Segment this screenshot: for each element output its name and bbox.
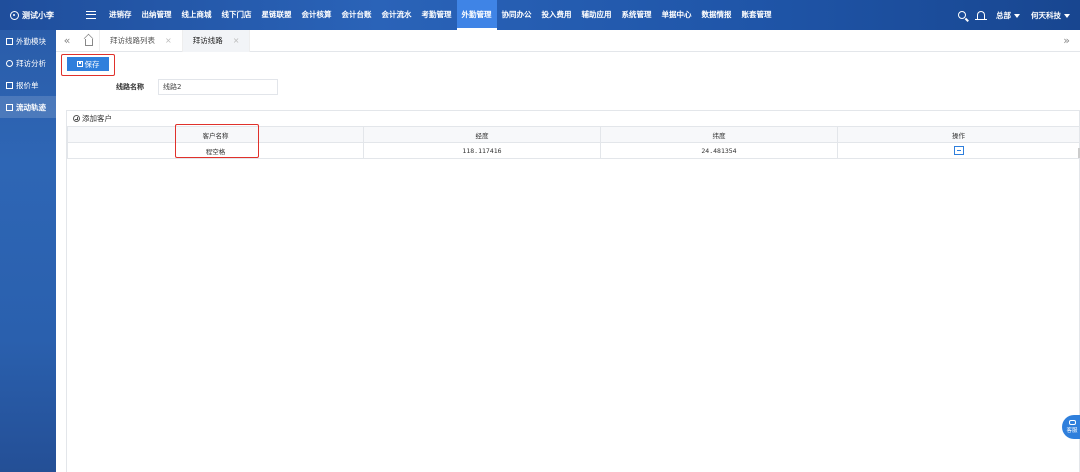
- tab-bar: « 拜访线路列表 × 拜访线路 × »: [56, 29, 1080, 52]
- save-button-label: 保存: [84, 59, 100, 69]
- tabs-scroll-right-icon[interactable]: »: [1063, 30, 1070, 52]
- main-content: 保存 线路名称 添加客户 客户名称 经度 纬度 操作: [56, 52, 1080, 472]
- sidebar-item-label: 报价单: [16, 80, 39, 90]
- tab-label: 拜访线路: [192, 35, 223, 45]
- cell-longitude[interactable]: 118.117416: [363, 142, 601, 159]
- brand[interactable]: 测试小李: [0, 10, 86, 21]
- toolbar: 保存: [56, 52, 1080, 76]
- company-label: 何天科技: [1031, 10, 1061, 20]
- nav-item-journal[interactable]: 会计流水: [377, 0, 417, 30]
- hq-label: 总部: [996, 10, 1011, 20]
- chevron-down-icon: [1064, 13, 1070, 18]
- sidebar-item-track[interactable]: 流动轨迹: [0, 96, 56, 118]
- col-header-latitude: 纬度: [600, 126, 838, 143]
- nav-item-accounting[interactable]: 会计核算: [297, 0, 337, 30]
- document-icon: [6, 81, 13, 89]
- close-icon[interactable]: ×: [165, 30, 172, 52]
- nav-item-account-sets[interactable]: 账套管理: [737, 0, 777, 30]
- remove-row-icon[interactable]: [953, 146, 964, 155]
- nav-item-system[interactable]: 系统管理: [617, 0, 657, 30]
- nav-item-documents[interactable]: 单据中心: [657, 0, 697, 30]
- nav-item-ledger[interactable]: 会计台账: [337, 0, 377, 30]
- nav-menu: 进销存 出纳管理 线上商城 线下门店 星链联盟 会计核算 会计台账 会计流水 考…: [104, 0, 777, 30]
- table-header-row: 客户名称 经度 纬度 操作: [67, 126, 1080, 143]
- tab-label: 拜访线路列表: [110, 35, 155, 45]
- cell-actions: [837, 142, 1080, 159]
- sidebar: 外勤模块 拜访分析 报价单 流动轨迹: [0, 30, 56, 472]
- menu-toggle-icon[interactable]: [86, 11, 96, 19]
- sidebar-item-field-module[interactable]: 外勤模块: [0, 30, 56, 52]
- nav-item-collaboration[interactable]: 协同办公: [497, 0, 537, 30]
- customer-service-label: 客服: [1066, 428, 1078, 434]
- chat-icon: [1068, 420, 1076, 425]
- nav-item-online-mall[interactable]: 线上商城: [177, 0, 217, 30]
- sidebar-item-quotation[interactable]: 报价单: [0, 74, 56, 96]
- brand-logo-icon: [10, 10, 19, 20]
- tab-visit-route[interactable]: 拜访线路 ×: [182, 29, 251, 52]
- brand-name: 测试小李: [22, 10, 54, 20]
- hq-dropdown[interactable]: 总部: [996, 10, 1020, 21]
- sidebar-item-label: 外勤模块: [16, 36, 46, 46]
- save-icon: [76, 61, 83, 67]
- bell-icon[interactable]: [975, 11, 987, 20]
- col-header-longitude: 经度: [363, 126, 601, 143]
- nav-item-expenses[interactable]: 投入费用: [537, 0, 577, 30]
- table-row: 程空格 118.117416 24.481354: [67, 142, 1080, 159]
- nav-item-aux-apps[interactable]: 辅助应用: [577, 0, 617, 30]
- sidebar-item-label: 拜访分析: [16, 58, 46, 68]
- search-icon[interactable]: [958, 11, 966, 19]
- sidebar-item-label: 流动轨迹: [16, 102, 46, 112]
- nav-item-inventory[interactable]: 进销存: [104, 0, 137, 30]
- nav-item-field-work[interactable]: 外勤管理: [456, 0, 497, 30]
- customer-service-widget[interactable]: 客服: [1062, 415, 1080, 439]
- home-icon[interactable]: [78, 29, 100, 52]
- add-customer-button[interactable]: 添加客户: [67, 111, 137, 126]
- col-header-customer-name: 客户名称: [67, 126, 364, 143]
- tabs-scroll-left-icon[interactable]: «: [56, 34, 78, 47]
- route-name-input[interactable]: [158, 79, 278, 95]
- nav-item-attendance[interactable]: 考勤管理: [417, 0, 457, 30]
- route-form: 线路名称: [56, 76, 1080, 100]
- nav-right: 总部 何天科技: [958, 0, 1070, 30]
- sidebar-item-visit-analysis[interactable]: 拜访分析: [0, 52, 56, 74]
- grid-icon: [6, 37, 13, 45]
- close-icon[interactable]: ×: [233, 30, 240, 52]
- company-dropdown[interactable]: 何天科技: [1031, 10, 1070, 21]
- add-customer-label: 添加客户: [82, 114, 112, 123]
- document-icon: [6, 103, 13, 111]
- nav-item-cashier[interactable]: 出纳管理: [137, 0, 177, 30]
- tab-visit-route-list[interactable]: 拜访线路列表 ×: [100, 29, 183, 52]
- route-name-label: 线路名称: [116, 83, 144, 91]
- nav-item-star-alliance[interactable]: 星链联盟: [257, 0, 297, 30]
- chevron-down-icon: [1014, 13, 1020, 18]
- cell-customer-name[interactable]: 程空格: [67, 142, 364, 159]
- nav-item-data-intel[interactable]: 数据情报: [697, 0, 737, 30]
- person-icon: [6, 59, 13, 67]
- top-nav-bar: 测试小李 进销存 出纳管理 线上商城 线下门店 星链联盟 会计核算 会计台账 会…: [0, 0, 1080, 30]
- save-button[interactable]: 保存: [67, 57, 109, 71]
- nav-item-offline-store[interactable]: 线下门店: [217, 0, 257, 30]
- customer-section: 添加客户 客户名称 经度 纬度 操作 程空格 118.117416 24.481…: [66, 110, 1080, 472]
- customer-table: 客户名称 经度 纬度 操作 程空格 118.117416 24.481354: [67, 126, 1080, 159]
- col-header-actions: 操作: [837, 126, 1080, 143]
- cell-latitude[interactable]: 24.481354: [600, 142, 838, 159]
- plus-circle-icon: [73, 115, 80, 122]
